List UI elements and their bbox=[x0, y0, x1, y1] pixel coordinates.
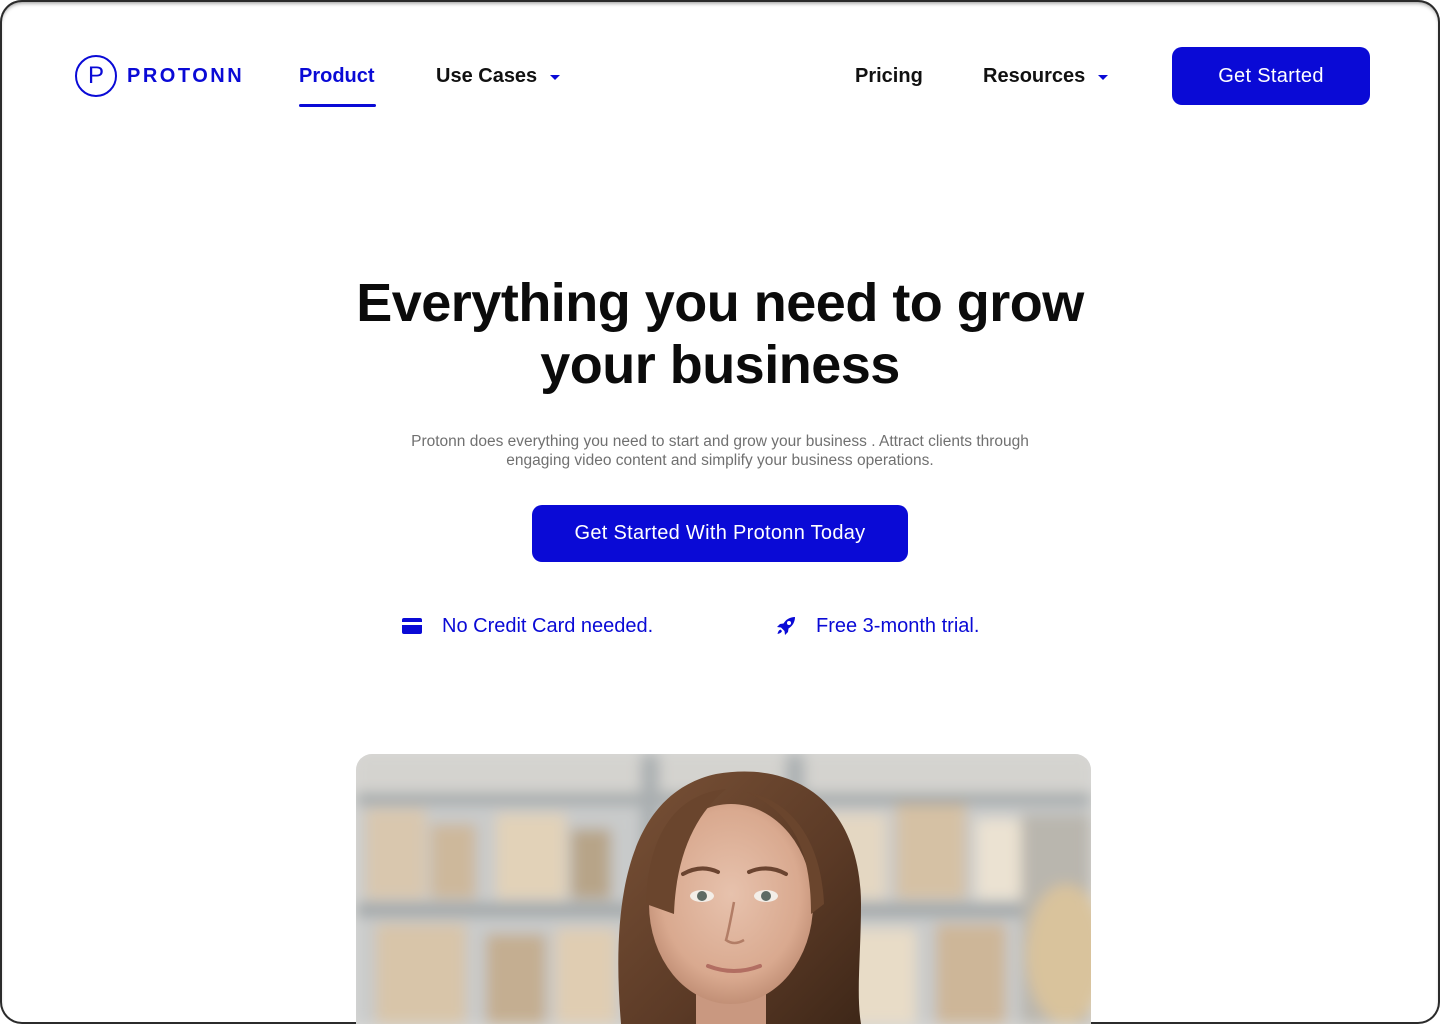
chevron-down-icon bbox=[1098, 74, 1109, 80]
hero-subtitle: Protonn does everything you need to star… bbox=[360, 432, 1080, 470]
feature-text: Free 3-month trial. bbox=[816, 614, 980, 637]
nav-item-label: Product bbox=[299, 64, 375, 87]
nav-item-resources[interactable]: Resources bbox=[983, 62, 1109, 90]
nav-item-product[interactable]: Product bbox=[299, 62, 375, 90]
feature-text: No Credit Card needed. bbox=[442, 614, 654, 637]
active-nav-indicator bbox=[299, 104, 376, 107]
get-started-protonn-button[interactable]: Get Started With Protonn Today bbox=[532, 505, 908, 562]
nav-item-label: Resources bbox=[983, 64, 1086, 87]
hero-subtitle-line-1: Protonn does everything you need to star… bbox=[411, 433, 1029, 450]
rocket-icon bbox=[774, 614, 798, 638]
nav-item-label: Use Cases bbox=[436, 64, 538, 87]
feature-no-credit-card: No Credit Card needed. bbox=[400, 612, 653, 640]
page-frame: P PROTONN Product Use Cases Pricing Reso… bbox=[0, 0, 1440, 1024]
hero-title: Everything you need to grow your busines… bbox=[300, 272, 1140, 396]
credit-card-icon bbox=[400, 614, 424, 638]
nav-item-use-cases[interactable]: Use Cases bbox=[436, 62, 561, 90]
get-started-button[interactable]: Get Started bbox=[1172, 47, 1370, 105]
nav-item-pricing[interactable]: Pricing bbox=[855, 62, 923, 90]
brand-name: PROTONN bbox=[127, 64, 245, 87]
hero-title-line-2: your business bbox=[540, 335, 900, 395]
hero-title-line-1: Everything you need to grow bbox=[356, 273, 1084, 333]
chevron-down-icon bbox=[550, 74, 561, 80]
logo-icon: P bbox=[75, 55, 117, 97]
brand-logo[interactable]: P PROTONN bbox=[75, 55, 244, 97]
nav-item-label: Pricing bbox=[855, 64, 923, 87]
hero-subtitle-line-2: engaging video content and simplify your… bbox=[506, 452, 934, 469]
hero-portrait-photo bbox=[356, 754, 1091, 1024]
feature-free-trial: Free 3-month trial. bbox=[774, 612, 979, 640]
